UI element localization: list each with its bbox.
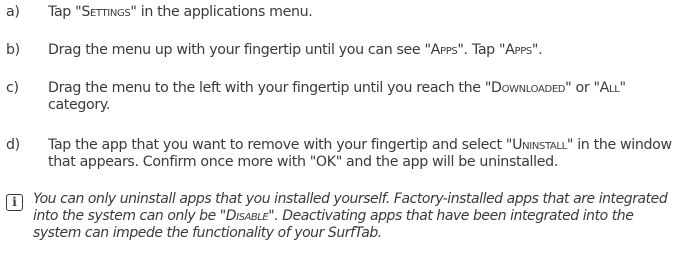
menu-term: Disable (225, 208, 269, 224)
menu-term: Settings (81, 4, 131, 20)
step-text: Tap "Settings" in the applications menu. (48, 4, 313, 20)
step-marker: a) (6, 4, 20, 20)
info-icon: i (6, 194, 23, 211)
step-marker: b) (6, 42, 20, 58)
step-text: Tap the app that you want to remove with… (48, 137, 672, 170)
menu-term: Downloaded (491, 80, 566, 96)
menu-term: Apps (430, 42, 458, 58)
step-marker: d) (6, 137, 20, 153)
note-text: You can only uninstall apps that you ins… (33, 191, 668, 241)
menu-term: Uninstall (512, 137, 567, 153)
step-text: Drag the menu to the left with your fing… (48, 80, 626, 113)
menu-term: All (599, 80, 620, 96)
menu-term: Apps (505, 42, 532, 58)
step-marker: c) (6, 80, 19, 96)
step-text: Drag the menu up with your fingertip unt… (48, 42, 543, 58)
